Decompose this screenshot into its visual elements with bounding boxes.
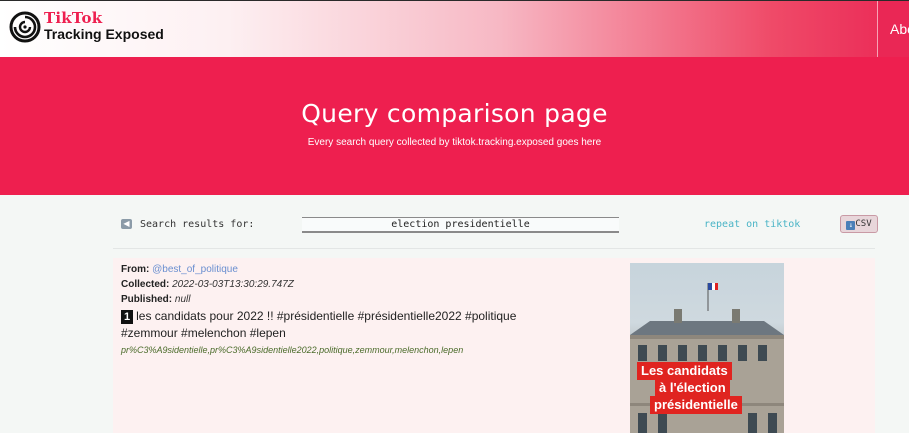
result-collected: Collected: 2022-03-03T13:30:29.747Z [121, 279, 294, 290]
page-subtitle: Every search query collected by tiktok.t… [307, 137, 602, 148]
thumbnail-caption-line-1: Les candidats [637, 362, 732, 380]
from-label: From: [121, 264, 150, 275]
result-tags: pr%C3%A9sidentielle,pr%C3%A9sidentielle2… [121, 345, 464, 355]
thumbnail-caption-line-2: à l'élection [655, 379, 730, 397]
collected-label: Collected: [121, 279, 170, 290]
search-label: Search results for: [140, 219, 255, 230]
thumbnail-caption-line-3: présidentielle [650, 396, 742, 414]
search-query-input[interactable] [302, 217, 619, 233]
csv-button-label: CSV [855, 219, 872, 229]
hero-banner: Query comparison page Every search query… [0, 57, 909, 195]
logo-icon[interactable] [9, 11, 41, 43]
search-bar: ◀ Search results for: repeat on tiktok ↓… [0, 195, 909, 248]
page-title: Query comparison page [301, 99, 608, 128]
author-link[interactable]: @best_of_politique [152, 264, 238, 275]
top-navbar: TikTok Tracking Exposed About [0, 0, 909, 58]
csv-download-button[interactable]: ↓ CSV [840, 215, 878, 233]
divider [113, 248, 875, 249]
repeat-on-tiktok-link[interactable]: repeat on tiktok [704, 219, 800, 230]
rank-badge: 1 [121, 310, 134, 324]
back-arrow-icon[interactable]: ◀ [121, 219, 132, 229]
brand-logo[interactable]: TikTok Tracking Exposed [44, 10, 164, 42]
published-value: null [174, 294, 191, 305]
published-label: Published: [121, 294, 173, 305]
collected-value: 2022-03-03T13:30:29.747Z [172, 279, 294, 290]
result-published: Published: null [121, 294, 190, 305]
result-description: 1 les candidats pour 2022 !! #présidentie… [121, 308, 571, 342]
description-text: les candidats pour 2022 !! #présidentiel… [121, 309, 517, 340]
video-thumbnail[interactable]: Les candidats à l'élection présidentiell… [630, 263, 784, 433]
download-icon: ↓ [846, 221, 856, 230]
brand-subtitle: Tracking Exposed [44, 26, 164, 42]
brand-title: TikTok [44, 9, 103, 27]
nav-about-link[interactable]: About [877, 1, 909, 58]
result-from: From: @best_of_politique [121, 264, 238, 275]
